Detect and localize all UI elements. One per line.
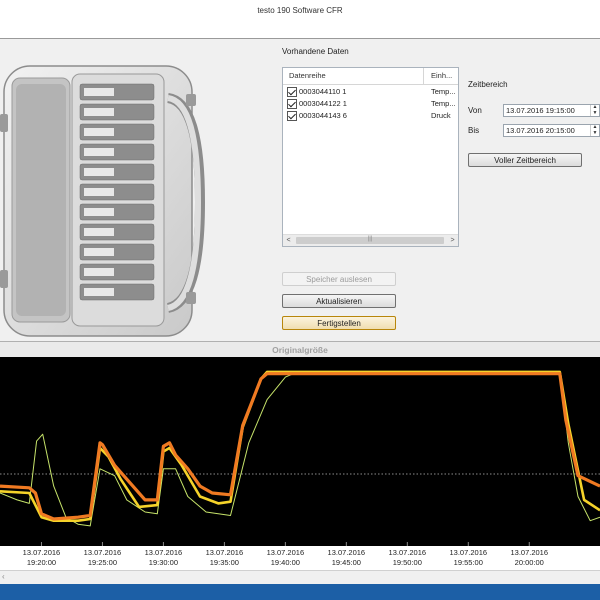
x-tick-date: 13.07.2016	[83, 548, 122, 557]
chart-area[interactable]	[0, 357, 600, 546]
logger-case-illustration	[0, 65, 206, 337]
line-chart[interactable]	[0, 357, 600, 546]
x-tick-label: 13.07.2016 19:20:00	[11, 548, 71, 568]
x-tick-date: 13.07.2016	[205, 548, 244, 557]
from-datetime-field[interactable]: 13.07.2016 19:15:00 ▲ ▼	[503, 104, 600, 117]
to-spinner-icon[interactable]: ▲ ▼	[590, 124, 599, 136]
x-tick-date: 13.07.2016	[449, 548, 488, 557]
x-tick-time: 19:30:00	[148, 558, 178, 567]
from-label: Von	[468, 106, 482, 115]
x-tick-label: 13.07.2016 19:50:00	[377, 548, 437, 568]
series-unit: Temp...	[431, 99, 456, 108]
scrollbar-grip: |||	[367, 236, 373, 242]
x-tick-date: 13.07.2016	[510, 548, 549, 557]
chart-horizontal-scrollbar[interactable]: ‹	[0, 570, 600, 585]
x-tick-time: 19:45:00	[331, 558, 361, 567]
scrollbar-thumb[interactable]: |||	[296, 236, 444, 244]
to-datetime-value: 13.07.2016 20:15:00	[506, 126, 575, 135]
title-bar: testo 190 Software CFR	[0, 0, 600, 38]
to-datetime-field[interactable]: 13.07.2016 20:15:00 ▲ ▼	[503, 124, 600, 137]
x-axis: 13.07.2016 19:20:00 13.07.2016 19:25:00 13.0…	[0, 546, 600, 570]
scroll-left-arrow-icon[interactable]: <	[283, 235, 294, 246]
list-item[interactable]: 0003044122 1 Temp...	[283, 98, 458, 110]
series-checkbox[interactable]	[287, 111, 297, 121]
x-tick-time: 19:25:00	[87, 558, 118, 567]
x-tick-label: 13.07.2016 19:35:00	[194, 548, 254, 568]
from-datetime-value: 13.07.2016 19:15:00	[506, 106, 575, 115]
series-line-2[interactable]	[0, 370, 600, 522]
series-line-3[interactable]	[0, 371, 600, 527]
x-tick-label: 13.07.2016 19:30:00	[133, 548, 193, 568]
data-series-list[interactable]: Datenreihe Einh... 0003044110 1 Temp... …	[282, 67, 459, 247]
series-checkbox[interactable]	[287, 87, 297, 97]
column-divider[interactable]	[423, 68, 424, 84]
x-tick-time: 19:40:00	[270, 558, 300, 567]
list-horizontal-scrollbar[interactable]: < ||| >	[283, 234, 458, 246]
column-header-series[interactable]: Datenreihe	[289, 71, 326, 80]
x-tick-time: 19:55:00	[453, 558, 483, 567]
series-line-1[interactable]	[0, 372, 600, 521]
x-tick-date: 13.07.2016	[22, 548, 61, 557]
x-tick-label: 13.07.2016 19:25:00	[72, 548, 132, 568]
finish-button[interactable]: Fertigstellen	[282, 316, 396, 330]
series-name: 0003044143 6	[299, 111, 347, 120]
time-range-heading: Zeitbereich	[468, 80, 508, 89]
scroll-left-arrow-icon[interactable]: ‹	[2, 572, 5, 581]
window-title: testo 190 Software CFR	[257, 6, 343, 15]
series-unit: Temp...	[431, 87, 456, 96]
series-checkbox[interactable]	[287, 99, 297, 109]
series-name: 0003044122 1	[299, 99, 347, 108]
x-tick-label: 13.07.2016 19:40:00	[255, 548, 315, 568]
x-tick-time: 20:00:00	[514, 558, 544, 567]
full-range-button[interactable]: Voller Zeitbereich	[468, 153, 582, 167]
scroll-right-arrow-icon[interactable]: >	[447, 235, 458, 246]
x-tick-date: 13.07.2016	[327, 548, 366, 557]
list-item[interactable]: 0003044143 6 Druck	[283, 110, 458, 122]
x-tick-date: 13.07.2016	[144, 548, 183, 557]
x-tick-label: 13.07.2016 19:55:00	[438, 548, 498, 568]
x-tick-time: 19:20:00	[26, 558, 57, 567]
chart-header: Originalgröße	[0, 341, 600, 358]
x-tick-date: 13.07.2016	[388, 548, 427, 557]
taskbar	[0, 584, 600, 600]
x-tick-label: 13.07.2016 19:45:00	[316, 548, 376, 568]
refresh-button[interactable]: Aktualisieren	[282, 294, 396, 308]
x-tick-date: 13.07.2016	[266, 548, 305, 557]
series-unit: Druck	[431, 111, 451, 120]
data-panel-heading: Vorhandene Daten	[282, 47, 349, 56]
from-spinner-icon[interactable]: ▲ ▼	[590, 104, 599, 116]
chart-header-label[interactable]: Originalgröße	[0, 345, 600, 355]
to-label: Bis	[468, 126, 480, 135]
x-tick-time: 19:35:00	[209, 558, 239, 567]
column-header-unit[interactable]: Einh...	[431, 71, 452, 80]
x-tick-label: 13.07.2016 20:00:00	[499, 548, 559, 568]
read-memory-button[interactable]: Speicher auslesen	[282, 272, 396, 286]
series-name: 0003044110 1	[299, 87, 347, 96]
list-header: Datenreihe Einh...	[283, 68, 458, 85]
list-item[interactable]: 0003044110 1 Temp...	[283, 86, 458, 98]
x-tick-time: 19:50:00	[392, 558, 422, 567]
